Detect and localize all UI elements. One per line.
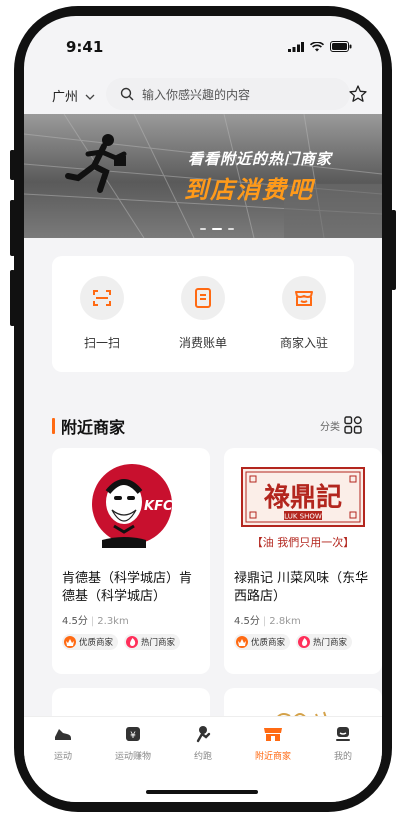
wifi-icon [310,41,324,51]
hot-tag: 热门商家 [124,634,181,650]
signal-icon [288,41,304,52]
shop-icon [264,728,282,741]
section-title: 附近商家 [61,418,126,437]
quality-tag-label: 优质商家 [251,638,286,648]
bill-label: 消费账单 [178,336,227,350]
tab-label: 运动 [53,752,72,762]
tab-label: 约跑 [193,752,212,762]
runner-silhouette-icon [65,134,127,193]
status-time: 9:41 [66,38,104,56]
app-screen: 9:41 广州 输入你感兴趣的内容 看看附近的热门商家 到店消费吧 扫一扫 消费… [24,16,382,802]
quality-tag: 优质商家 [234,634,291,650]
merchant-rating: 4.5分 [234,616,260,627]
bill-button[interactable]: 消费账单 [163,276,243,351]
category-label: 分类 [320,421,340,433]
search-placeholder: 输入你感兴趣的内容 [142,88,251,102]
store-icon [295,291,313,306]
merchant-meta: 4.5分 | 2.8km [234,612,301,627]
merchant-tags: 优质商家 热门商家 [62,634,181,650]
luk-show-logo-text: 祿鼎記 [263,482,342,513]
run-icon [196,726,211,743]
volume-up-button [10,200,15,256]
banner-slogan: 到店消费吧 [184,176,314,204]
search-row: 广州 输入你感兴趣的内容 [24,76,382,114]
merchant-tags: 优质商家 热门商家 [234,634,353,650]
hot-tag-label: 热门商家 [313,638,348,648]
tab-label: 我的 [333,752,352,762]
banner-headline: 看看附近的热门商家 [188,150,333,168]
hot-tag-label: 热门商家 [141,638,176,648]
profile-icon [336,727,350,741]
meta-separator: | [262,616,267,627]
home-indicator [146,790,258,794]
section-accent-bar [52,418,55,434]
banner-pager [200,228,234,230]
merchant-distance: 2.8km [269,616,301,627]
merchant-name: 禄鼎记 川菜风味（东华西路店） [234,571,369,604]
svg-text:¥: ¥ [130,731,136,741]
section-header: 附近商家 [52,414,125,438]
city-label: 广州 [52,90,79,105]
pager-dot-active [212,228,222,230]
hot-tag: 热门商家 [296,634,353,650]
battery-icon [330,41,352,52]
quality-tag: 优质商家 [62,634,119,650]
search-icon [120,87,134,101]
crown-icon [64,636,76,648]
flame-icon [126,636,139,648]
merchant-join-label: 商家入驻 [279,336,328,350]
meta-separator: | [90,616,95,627]
pager-dot [228,228,234,230]
volume-down-button [10,270,15,326]
crown-icon [236,636,248,648]
kfc-logo: KFC [52,448,210,556]
merchant-meta: 4.5分 | 2.3km [62,612,129,627]
tab-nearby-merchants[interactable]: 附近商家 [238,725,308,762]
scan-icon [93,290,111,306]
tab-sport[interactable]: 运动 [28,725,98,762]
coupon-icon: ¥ [126,727,140,741]
tab-label: 附近商家 [254,752,291,762]
kfc-logo-text: KFC [144,499,173,514]
flame-icon [298,636,311,648]
pager-dot [200,228,206,230]
merchant-distance: 2.3km [97,616,129,627]
tab-label: 运动赚物 [114,752,151,762]
quality-tag-label: 优质商家 [79,638,114,648]
chevron-down-icon [85,94,95,100]
status-bar: 9:41 [24,16,382,72]
tab-earn[interactable]: ¥ 运动赚物 [98,725,168,762]
merchant-card[interactable]: KFC 肯德基（科学城店）肯德基（科学城店） 4.5分 | 2.3km 优质商家 热… [52,448,210,674]
category-button[interactable]: 分类 [320,416,362,434]
luk-show-logo: 祿鼎記 LUK SHOW 【油 我們只用一次】 [224,448,382,556]
scan-label: 扫一扫 [83,336,120,350]
bill-icon [195,288,211,308]
merchant-name: 肯德基（科学城店）肯德基（科学城店） [62,571,193,604]
search-input[interactable]: 输入你感兴趣的内容 [106,78,350,110]
merchant-rating: 4.5分 [62,616,88,627]
merchant-card[interactable]: 祿鼎記 LUK SHOW 【油 我們只用一次】 禄鼎记 川菜风味（东华西路店） … [224,448,382,674]
shoe-icon [55,729,71,740]
city-selector[interactable]: 广州 [52,86,95,105]
luk-show-slogan: 【油 我們只用一次】 [252,535,355,549]
tab-profile[interactable]: 我的 [308,725,378,762]
mute-switch [10,150,15,180]
quick-actions-card: 扫一扫 消费账单 商家入驻 [52,256,354,372]
power-button [391,210,396,290]
promo-banner[interactable]: 看看附近的热门商家 到店消费吧 [24,114,382,238]
favorite-star-icon[interactable] [348,84,368,104]
merchant-join-button[interactable]: 商家入驻 [264,276,344,351]
category-grid-icon [344,416,362,434]
tab-run[interactable]: 约跑 [168,725,238,762]
luk-show-logo-subtext: LUK SHOW [284,513,322,521]
scan-button[interactable]: 扫一扫 [62,276,142,351]
